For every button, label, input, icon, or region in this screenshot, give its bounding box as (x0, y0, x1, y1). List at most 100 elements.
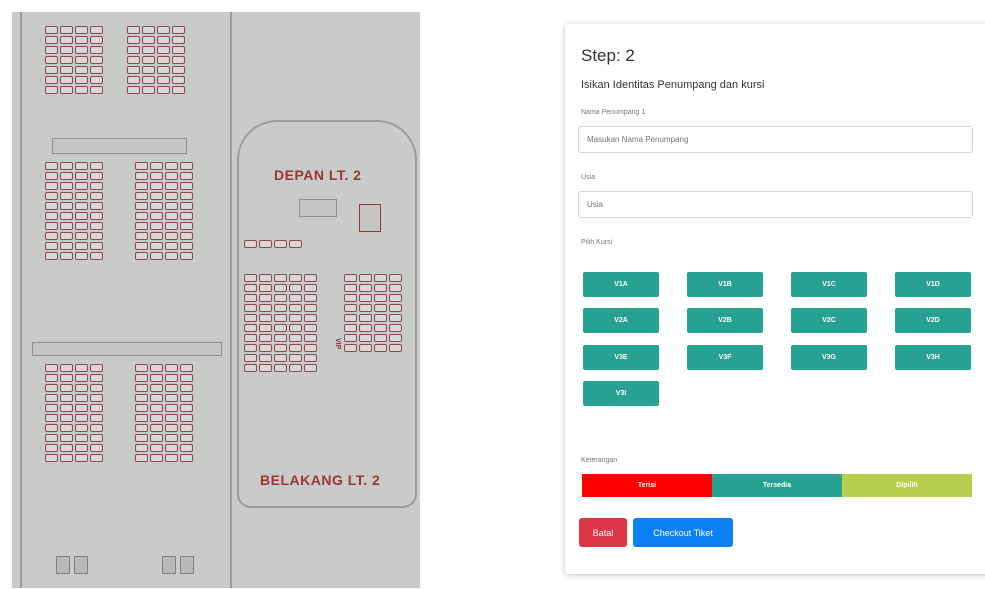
seat-icon (157, 36, 170, 44)
seat-icon (90, 364, 103, 372)
seat-button-v1b[interactable]: V1B (687, 272, 763, 297)
seat-icon (45, 454, 58, 462)
seat-icon (274, 304, 287, 312)
seat-icon (75, 394, 88, 402)
seat-icon (60, 192, 73, 200)
seat-icon (289, 364, 302, 372)
seat-icon (127, 26, 140, 34)
seat-icon (150, 374, 163, 382)
seat-button-v3i[interactable]: V3I (583, 381, 659, 406)
seat-icon (180, 444, 193, 452)
seat-button-v3f[interactable]: V3F (687, 345, 763, 370)
seat-map-image: DEPAN LT. 2 VIP BELAKANG LT. 2 (12, 12, 420, 588)
seat-block (45, 26, 103, 94)
seat-icon (45, 434, 58, 442)
seat-icon (150, 414, 163, 422)
seat-button-v1d[interactable]: V1D (895, 272, 971, 297)
seat-button-v2d[interactable]: V2D (895, 308, 971, 333)
seat-icon (374, 304, 387, 312)
passenger-name-input[interactable] (578, 126, 973, 153)
seat-icon (75, 202, 88, 210)
seat-icon (60, 394, 73, 402)
seat-icon (45, 394, 58, 402)
seat-icon (60, 56, 73, 64)
seat-icon (289, 284, 302, 292)
seat-select-label: Pilih Kursi (581, 239, 613, 246)
seat-icon (45, 56, 58, 64)
seat-icon (60, 374, 73, 382)
seat-icon (304, 314, 317, 322)
seat-icon (45, 182, 58, 190)
seat-icon (135, 424, 148, 432)
seat-icon (304, 284, 317, 292)
legend-occupied: Terisi (582, 474, 712, 497)
seat-icon (180, 202, 193, 210)
seat-button-v3h[interactable]: V3H (895, 345, 971, 370)
seat-icon (90, 172, 103, 180)
seat-icon (274, 324, 287, 332)
seat-icon (165, 444, 178, 452)
seat-icon (75, 162, 88, 170)
seat-button-v2a[interactable]: V2A (583, 308, 659, 333)
seat-icon (304, 354, 317, 362)
seat-icon (244, 304, 257, 312)
seat-icon (150, 434, 163, 442)
seat-icon (75, 172, 88, 180)
checkout-button[interactable]: Checkout Tiket (633, 518, 733, 547)
seat-icon (75, 76, 88, 84)
seat-icon (142, 66, 155, 74)
seat-icon (304, 304, 317, 312)
seat-icon (75, 46, 88, 54)
upper-deck-galley (359, 204, 381, 232)
seat-icon (274, 334, 287, 342)
legend-selected: Dipilih (842, 474, 972, 497)
cancel-button[interactable]: Batal (579, 518, 627, 547)
seat-icon (90, 182, 103, 190)
seat-icon (150, 182, 163, 190)
seat-icon (90, 434, 103, 442)
seat-icon (259, 294, 272, 302)
seat-icon (75, 212, 88, 220)
seat-icon (389, 314, 402, 322)
seat-button-v3e[interactable]: V3E (583, 345, 659, 370)
seat-icon (60, 454, 73, 462)
seat-icon (90, 232, 103, 240)
seat-button-v2b[interactable]: V2B (687, 308, 763, 333)
seat-icon (75, 384, 88, 392)
seat-icon (359, 324, 372, 332)
seat-icon (165, 202, 178, 210)
seat-icon (90, 222, 103, 230)
seat-block (45, 364, 103, 462)
seat-icon (135, 232, 148, 240)
seat-icon (172, 86, 185, 94)
seat-icon (75, 242, 88, 250)
seat-button-v2c[interactable]: V2C (791, 308, 867, 333)
seat-icon (90, 162, 103, 170)
seat-icon (374, 314, 387, 322)
seat-icon (180, 252, 193, 260)
seat-icon (90, 252, 103, 260)
seat-icon (165, 242, 178, 250)
seat-icon (127, 76, 140, 84)
legend-available: Tersedia (712, 474, 842, 497)
seat-icon (374, 294, 387, 302)
seat-icon (127, 56, 140, 64)
seat-icon (150, 384, 163, 392)
seat-icon (244, 354, 257, 362)
seat-icon (344, 294, 357, 302)
seat-button-v3g[interactable]: V3G (791, 345, 867, 370)
seat-button-v1c[interactable]: V1C (791, 272, 867, 297)
age-input[interactable] (578, 191, 973, 218)
seat-icon (180, 454, 193, 462)
seat-icon (75, 444, 88, 452)
seat-icon (127, 46, 140, 54)
seat-icon (90, 56, 103, 64)
seat-icon (45, 76, 58, 84)
seat-icon (165, 364, 178, 372)
seat-block (45, 162, 103, 260)
seat-icon (45, 86, 58, 94)
seat-button-v1a[interactable]: V1A (583, 272, 659, 297)
seat-icon (165, 162, 178, 170)
seat-icon (259, 284, 272, 292)
seat-icon (150, 394, 163, 402)
